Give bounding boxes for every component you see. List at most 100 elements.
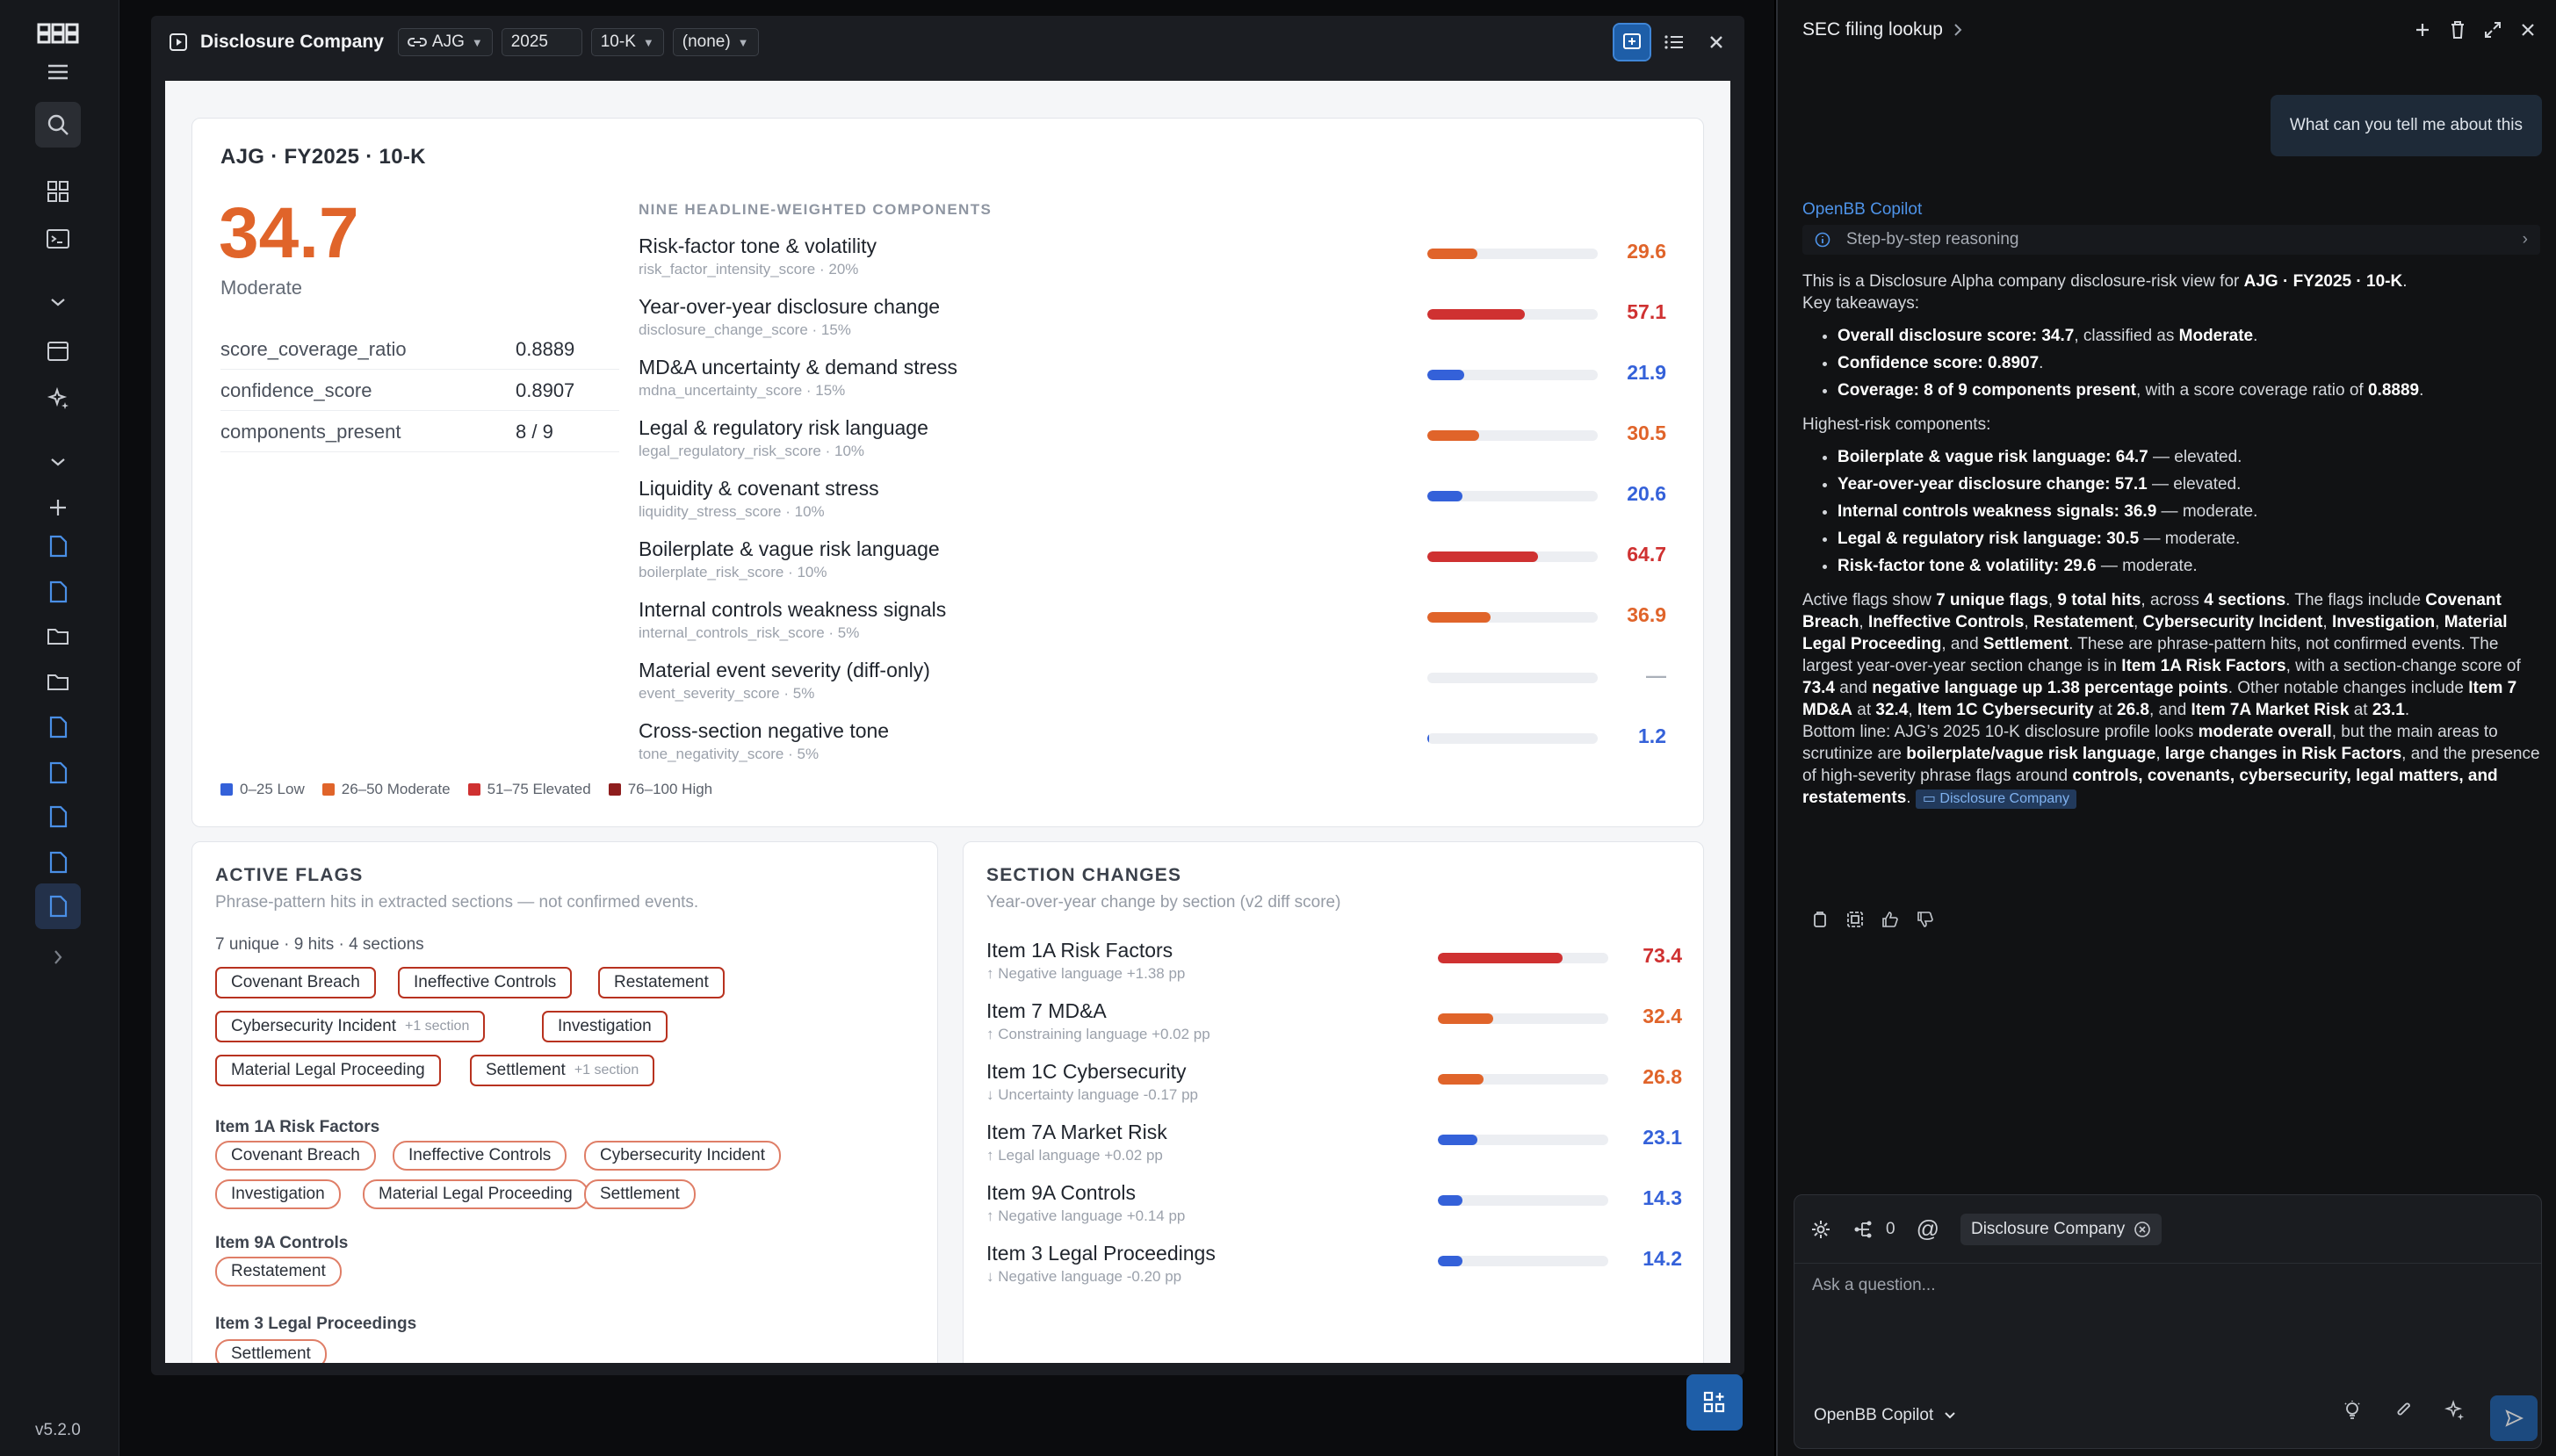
chat-title[interactable]: SEC filing lookup [1802,19,1962,40]
section-flag-chip[interactable]: Investigation [215,1179,341,1209]
row-subtitle: boilerplate_risk_score · 10% [639,564,827,580]
new-chat-button[interactable] [2405,14,2440,46]
model-selector[interactable]: OpenBB Copilot [1814,1406,1956,1425]
document-icon[interactable] [35,794,81,840]
section-flag-chip[interactable]: Restatement [215,1257,342,1287]
add-widget-button[interactable] [1686,1374,1743,1431]
score-bar-fill [1438,1256,1462,1266]
score-bar-track [1438,1195,1608,1206]
section-flag-chip[interactable]: Settlement [584,1179,696,1209]
document-icon[interactable] [35,523,81,569]
list-item: Boilerplate & vague risk language: 64.7 … [1838,446,2545,468]
lightbulb-icon[interactable] [2327,1395,2378,1425]
legend-swatch [321,783,335,796]
expand-icon[interactable] [2475,14,2510,46]
flag-chip[interactable]: Investigation [542,1011,668,1042]
add-to-copilot-button[interactable] [1613,23,1651,61]
add-to-dashboard-icon[interactable] [1838,905,1873,934]
section-change-row: Item 7A Market Risk ↑ Legal language +0.0… [986,1121,1682,1177]
folder-icon[interactable] [35,659,81,704]
component-row: Legal & regulatory risk language legal_re… [639,416,1666,472]
remove-circle-icon[interactable] [2134,1221,2151,1238]
flag-chip[interactable]: Ineffective Controls [398,967,573,998]
text-bold: Legal & regulatory risk language: 30.5 [1838,530,2140,548]
text-bold: Confidence score: 0.8907 [1838,354,2040,372]
document-icon[interactable] [35,840,81,885]
text: . [2419,381,2424,400]
score-bar-fill [1427,733,1430,744]
text-bold: Moderate [2178,327,2254,345]
document-icon[interactable] [35,704,81,750]
year-input[interactable]: 2025 [501,28,582,56]
settings-gear-icon[interactable] [1810,1219,1831,1240]
source-citation[interactable]: ▭ Disclosure Company [1915,789,2077,809]
answer-intro: This is a Disclosure Alpha company discl… [1802,270,2545,314]
text: , and [2149,701,2191,719]
form-select[interactable]: 10-K ▼ [590,28,664,56]
chevron-down-icon[interactable] [35,439,81,485]
mention-at-icon[interactable]: @ [1917,1215,1939,1243]
flag-chip[interactable]: Restatement [598,967,725,998]
score-bar-track [1427,733,1598,744]
text: Active flags show [1802,591,1937,609]
thumbs-up-icon[interactable] [1873,905,1908,934]
context-widget-chip[interactable]: Disclosure Company [1960,1213,2162,1245]
section-flag-chip[interactable]: Ineffective Controls [393,1141,567,1171]
section-flag-chip[interactable]: Covenant Breach [215,1141,376,1171]
search-icon[interactable] [35,102,81,148]
section-flag-chip[interactable]: Material Legal Proceeding [363,1179,588,1209]
reasoning-label: Step-by-step reasoning [1846,230,2019,249]
thumbs-down-icon[interactable] [1908,905,1943,934]
data-sources-button[interactable]: 0 [1852,1220,1895,1239]
metric-value: 8 / 9 [516,420,553,443]
text-bold: Internal controls weakness signals: 36.9 [1838,502,2157,521]
list-view-button[interactable] [1657,25,1692,60]
chevron-right-icon[interactable] [35,934,81,980]
chevron-down-icon: ▼ [737,35,749,49]
document-icon[interactable] [35,569,81,615]
components-header: NINE HEADLINE-WEIGHTED COMPONENTS [639,201,993,218]
document-icon-active[interactable] [35,883,81,929]
terminal-icon[interactable] [35,216,81,262]
text-bold: Item 7A Market Risk [2191,701,2350,719]
row-score: — [1646,664,1666,687]
sparkle-ai-icon[interactable] [35,376,81,422]
section-flag-chip[interactable]: Cybersecurity Incident [584,1141,781,1171]
flag-label: Ineffective Controls [408,1146,552,1164]
document-icon[interactable] [35,750,81,796]
folder-icon[interactable] [35,613,81,659]
close-widget-button[interactable] [1699,25,1734,60]
hamburger-menu-icon[interactable] [35,49,81,95]
score-bar-track [1427,249,1598,259]
flag-chip[interactable]: Cybersecurity Incident +1 section [215,1011,486,1042]
takeaways-list: Overall disclosure score: 34.7, classifi… [1838,325,2545,401]
paperclip-icon[interactable] [2378,1395,2429,1425]
copy-icon[interactable] [1802,905,1838,934]
model-label: OpenBB Copilot [1814,1406,1934,1424]
legend-item: 0–25 Low [220,781,305,798]
dashboard-icon[interactable] [35,328,81,374]
delete-chat-button[interactable] [2440,14,2475,46]
list-item: Risk-factor tone & volatility: 29.6 — mo… [1838,555,2545,577]
ticker-select[interactable]: AJG ▼ [397,28,493,56]
row-subtitle: disclosure_change_score · 15% [639,321,851,338]
section-flag-chip[interactable]: Settlement [215,1339,327,1363]
active-flags-card: ACTIVE FLAGS Phrase-pattern hits in extr… [191,841,938,1363]
row-name: Year-over-year disclosure change [639,295,941,318]
send-button[interactable] [2490,1395,2538,1441]
flag-chip[interactable]: Material Legal Proceeding [215,1055,441,1086]
row-name: Item 1C Cybersecurity [986,1060,1187,1083]
paragraph-text: Bottom line: AJG’s 2025 10-K disclosure … [1802,723,2540,807]
score-bar-track [1427,491,1598,501]
chat-input[interactable] [1812,1276,2515,1295]
close-copilot-button[interactable] [2510,14,2545,46]
reasoning-toggle[interactable]: Step-by-step reasoning › [1802,225,2540,255]
filing-heading: AJG · FY2025 · 10-K [220,145,426,169]
flag-chip[interactable]: Covenant Breach [215,967,376,998]
compare-select[interactable]: (none) ▼ [672,28,759,56]
flag-chip[interactable]: Settlement +1 section [470,1055,655,1086]
apps-grid-icon[interactable] [35,169,81,214]
chevron-down-icon[interactable] [35,279,81,325]
text-bold: Investigation [2331,613,2436,631]
sparkle-ai-icon[interactable] [2429,1395,2480,1425]
